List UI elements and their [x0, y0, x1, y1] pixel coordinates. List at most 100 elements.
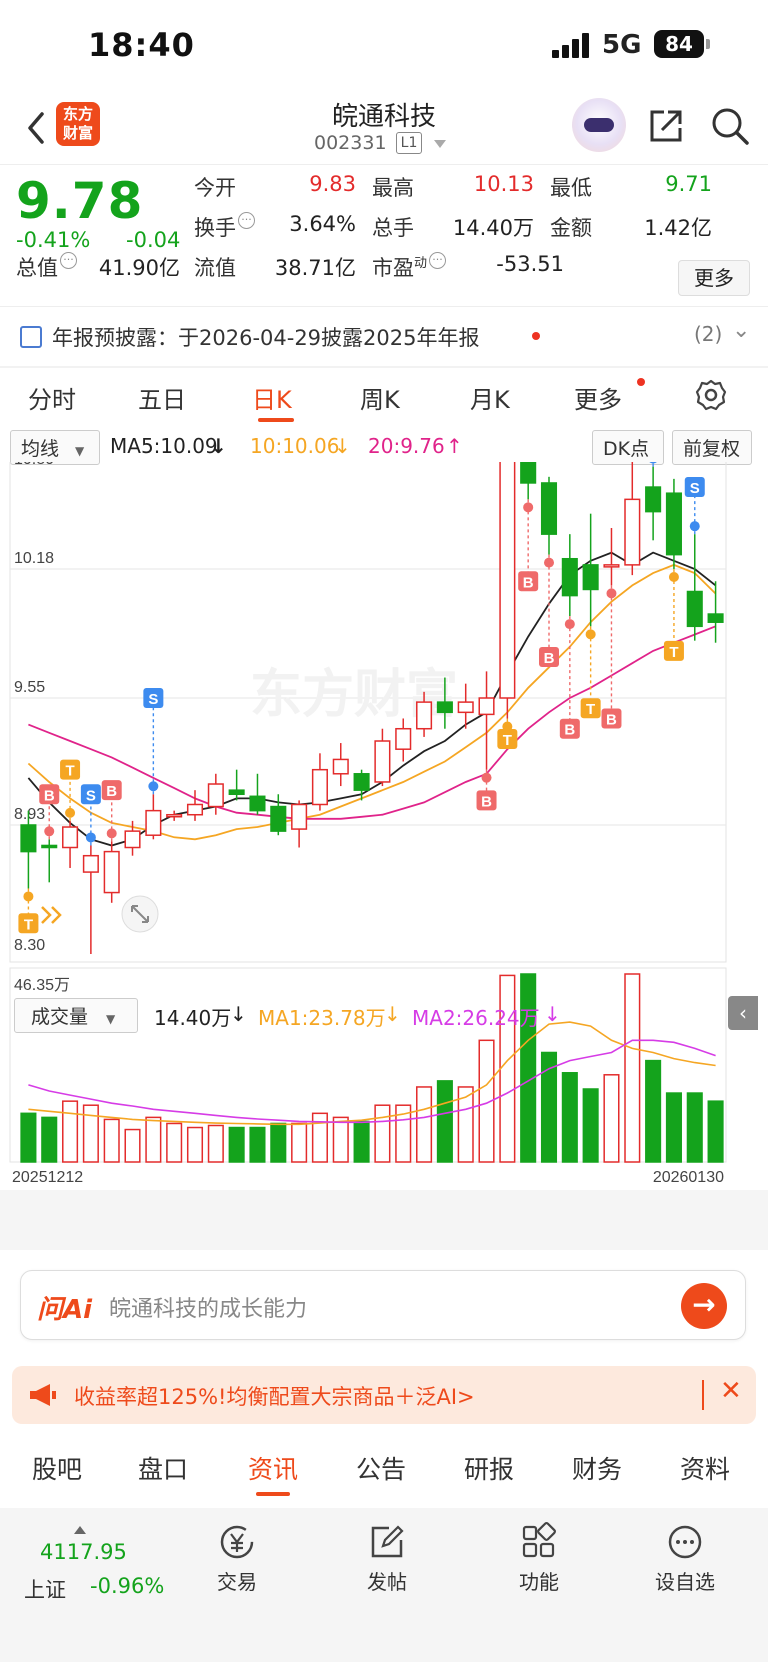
- tab-daily-k[interactable]: 日K: [252, 380, 292, 415]
- info-icon[interactable]: ···: [238, 212, 255, 229]
- tab-weekly-k[interactable]: 周K: [360, 380, 400, 415]
- pe-sup: 动: [414, 256, 428, 271]
- chevron-down-icon[interactable]: ⌄: [732, 318, 750, 343]
- active-tab-indicator: [256, 1492, 290, 1496]
- close-icon[interactable]: ✕: [720, 1376, 742, 1406]
- pe-label[interactable]: 市盈动 ···: [372, 252, 447, 282]
- candle-body: [353, 773, 370, 791]
- tab-five-day[interactable]: 五日: [138, 380, 186, 415]
- share-icon[interactable]: [644, 104, 688, 148]
- promo-banner[interactable]: 收益率超125%!均衡配置大宗商品＋泛AI> ✕: [12, 1366, 756, 1424]
- tab-news[interactable]: 资讯: [248, 1450, 298, 1486]
- turnover-label[interactable]: 换手 ···: [194, 212, 255, 242]
- candle-body: [311, 768, 328, 806]
- robot-assistant-icon[interactable]: [572, 98, 626, 152]
- volume-bar: [603, 1074, 620, 1163]
- tab-announcements[interactable]: 公告: [356, 1450, 406, 1486]
- ai-ask-box[interactable]: 问Ai 皖通科技的成长能力 →: [20, 1270, 746, 1340]
- float-cap-value: 38.71亿: [274, 256, 356, 280]
- more-button[interactable]: 更多: [678, 260, 750, 296]
- signal-dot: [106, 828, 117, 839]
- indicator-select[interactable]: 均线 ▼: [10, 430, 100, 465]
- nav-post[interactable]: 发帖: [342, 1522, 432, 1595]
- tab-forum[interactable]: 股吧: [32, 1450, 82, 1486]
- adjust-button[interactable]: 前复权: [672, 430, 752, 465]
- signal-dot: [481, 772, 492, 783]
- candle-body: [124, 830, 141, 849]
- arrow-down-icon: ↓: [230, 1002, 247, 1026]
- low-label: 最低: [550, 176, 592, 200]
- more-dots-icon: [668, 1525, 702, 1559]
- signal-badge-label: T: [669, 644, 678, 661]
- tab-monthly-k[interactable]: 月K: [470, 380, 510, 415]
- chart-svg[interactable]: 10.8010.189.558.938.30东方财富TBTSBSBTBBBTBS…: [0, 462, 768, 1252]
- signal-dot: [564, 619, 575, 630]
- volume-indicator-select[interactable]: 成交量 ▼: [14, 998, 138, 1033]
- index-value[interactable]: 4117.95: [40, 1540, 127, 1564]
- ma-legend-bar: 均线 ▼ MA5:10.09 ↓ 10:10.06 ↓ 20:9.76 ↑ DK点…: [0, 430, 768, 465]
- market-cap-label[interactable]: 总值 ···: [16, 252, 77, 282]
- caret-up-icon: [74, 1526, 86, 1534]
- active-tab-indicator: [258, 418, 294, 422]
- divider: [0, 366, 768, 368]
- signal-badge-label: B: [523, 574, 534, 591]
- tab-financials[interactable]: 财务: [572, 1450, 622, 1486]
- yen-icon: [220, 1525, 254, 1559]
- info-icon[interactable]: ···: [429, 252, 447, 269]
- chevron-down-icon[interactable]: [434, 140, 446, 148]
- signal-dot: [85, 832, 96, 843]
- signal-dot: [23, 891, 34, 902]
- nav-functions-label: 功能: [519, 1570, 559, 1594]
- x-tick-label: 20260130: [653, 1169, 724, 1186]
- promo-text[interactable]: 收益率超125%!均衡配置大宗商品＋泛AI>: [74, 1381, 475, 1411]
- signal-badge-label: B: [564, 722, 575, 739]
- nav-trade[interactable]: 交易: [192, 1522, 282, 1595]
- candle-body: [166, 813, 183, 818]
- candle-body: [686, 590, 703, 628]
- candle-body: [228, 789, 245, 796]
- volume-bar: [374, 1104, 391, 1163]
- change-percent: -0.41%: [16, 228, 91, 252]
- nav-add-watchlist[interactable]: 设自选: [640, 1522, 730, 1595]
- low-value: 9.71: [665, 172, 712, 196]
- nav-post-label: 发帖: [367, 1570, 407, 1594]
- tab-profile[interactable]: 资料: [680, 1450, 730, 1486]
- signal-dot: [668, 571, 679, 582]
- candle-body: [561, 557, 578, 597]
- signal-badge-label: T: [586, 701, 595, 718]
- stock-code[interactable]: 002331: [314, 132, 387, 154]
- volume-bar: [207, 1124, 224, 1163]
- index-name[interactable]: 上证: [24, 1574, 66, 1604]
- annual-report-notice[interactable]: 年报预披露：于2026-04-29披露2025年年报 (2) ⌄: [0, 308, 768, 364]
- candle-body: [520, 462, 537, 484]
- candle-body: [665, 492, 682, 556]
- info-icon[interactable]: ···: [60, 252, 77, 269]
- candle-body: [395, 727, 412, 750]
- candle-body: [645, 486, 662, 513]
- gear-icon[interactable]: [694, 378, 728, 412]
- index-change[interactable]: -0.96%: [90, 1574, 164, 1598]
- level-badge[interactable]: L1: [396, 132, 422, 154]
- edit-icon: [371, 1525, 404, 1558]
- signal-badge-label: B: [106, 783, 117, 800]
- tab-more[interactable]: 更多: [574, 380, 622, 415]
- ai-ask-input[interactable]: 皖通科技的成长能力: [109, 1291, 307, 1323]
- signal-dot: [523, 502, 534, 513]
- volume-bar: [686, 1092, 703, 1163]
- tab-order-book[interactable]: 盘口: [138, 1450, 188, 1486]
- search-icon[interactable]: [708, 104, 752, 148]
- volume-ma2: MA2:26.24万: [412, 1006, 540, 1030]
- dk-point-button[interactable]: DK点: [592, 430, 664, 465]
- collapse-panel-icon[interactable]: ‹: [728, 996, 758, 1030]
- candle-body: [582, 564, 599, 591]
- nav-functions[interactable]: 功能: [494, 1522, 584, 1595]
- tab-research[interactable]: 研报: [464, 1450, 514, 1486]
- volume-bar: [145, 1116, 162, 1163]
- volume-bar: [82, 1104, 99, 1163]
- volume-bar: [291, 1122, 308, 1163]
- arrow-right-icon[interactable]: →: [681, 1283, 727, 1329]
- turnover-label-text: 换手: [194, 216, 236, 240]
- kline-chart[interactable]: 10.8010.189.558.938.30东方财富TBTSBSBTBBBTBS…: [0, 462, 768, 1252]
- tab-intraday[interactable]: 分时: [28, 380, 76, 415]
- volume-bar: [645, 1059, 662, 1163]
